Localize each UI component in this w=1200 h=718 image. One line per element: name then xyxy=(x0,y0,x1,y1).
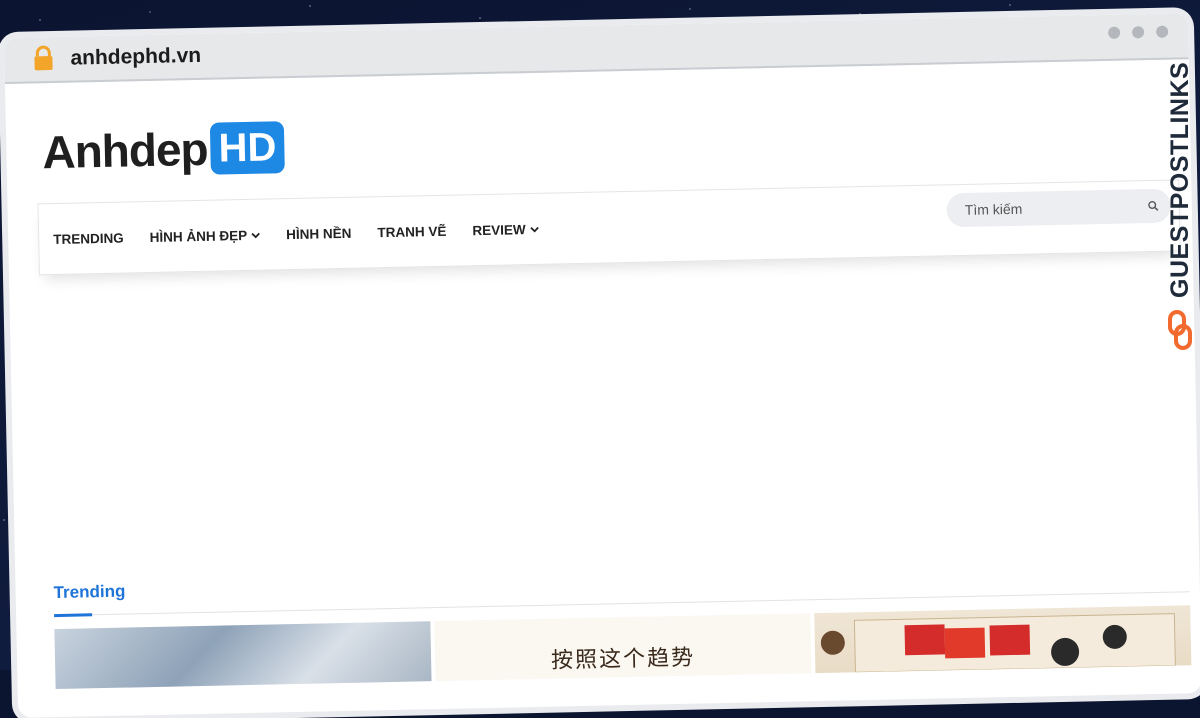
watermark-text: GUESTPOSTLINKS xyxy=(1166,62,1194,298)
lock-icon xyxy=(34,45,53,71)
trending-card[interactable] xyxy=(54,621,432,690)
link-chain-icon xyxy=(1168,310,1192,350)
chevron-down-icon xyxy=(529,226,539,233)
nav-list: TRENDING HÌNH ẢNH ĐẸP HÌNH NỀN TRANH VẼ … xyxy=(52,194,539,274)
logo-badge: HD xyxy=(210,121,285,175)
trending-card[interactable] xyxy=(814,605,1192,674)
trending-card[interactable]: 按照这个趋势 xyxy=(434,613,812,682)
window-dot[interactable] xyxy=(1155,25,1169,38)
nav-item-hinh-anh-dep[interactable]: HÌNH ẢNH ĐẸP xyxy=(150,227,261,244)
nav-item-label: TRENDING xyxy=(53,230,124,247)
search-input[interactable] xyxy=(946,197,1148,220)
nav-item-review[interactable]: REVIEW xyxy=(472,221,539,238)
nav-item-trending[interactable]: TRENDING xyxy=(53,230,124,246)
window-dot[interactable] xyxy=(1132,26,1145,39)
nav-item-label: REVIEW xyxy=(472,221,526,238)
section-accent-bar xyxy=(54,613,93,618)
search-box xyxy=(946,188,1172,228)
card-illustration xyxy=(820,613,1176,673)
main-navigation: TRENDING HÌNH ẢNH ĐẸP HÌNH NỀN TRANH VẼ … xyxy=(37,179,1181,276)
section-title[interactable]: Trending xyxy=(53,582,125,603)
nav-item-label: HÌNH NỀN xyxy=(286,225,352,242)
nav-item-hinh-nen[interactable]: HÌNH NỀN xyxy=(286,225,352,241)
search-icon[interactable] xyxy=(1148,198,1159,214)
nav-item-tranh-ve[interactable]: TRANH VẼ xyxy=(377,223,446,239)
window-controls xyxy=(1108,25,1169,39)
nav-item-label: HÌNH ẢNH ĐẸP xyxy=(149,227,248,245)
card-image-caption: 按照这个趋势 xyxy=(550,645,696,674)
site-logo[interactable]: Anhdep HD xyxy=(42,120,285,179)
address-bar-url[interactable]: anhdephd.vn xyxy=(70,44,201,71)
browser-window: anhdephd.vn Anhdep HD TRENDING HÌNH ẢNH … xyxy=(4,13,1200,718)
nav-item-label: TRANH VẼ xyxy=(377,223,447,240)
trending-cards: 按照这个趋势 xyxy=(54,605,1192,690)
chevron-down-icon xyxy=(251,232,260,238)
guestpostlinks-logo: GUESTPOSTLINKS xyxy=(1166,62,1194,350)
window-dot[interactable] xyxy=(1108,26,1121,39)
page-content: Anhdep HD TRENDING HÌNH ẢNH ĐẸP HÌNH NỀN… xyxy=(5,59,1200,718)
logo-text: Anhdep xyxy=(41,122,209,179)
